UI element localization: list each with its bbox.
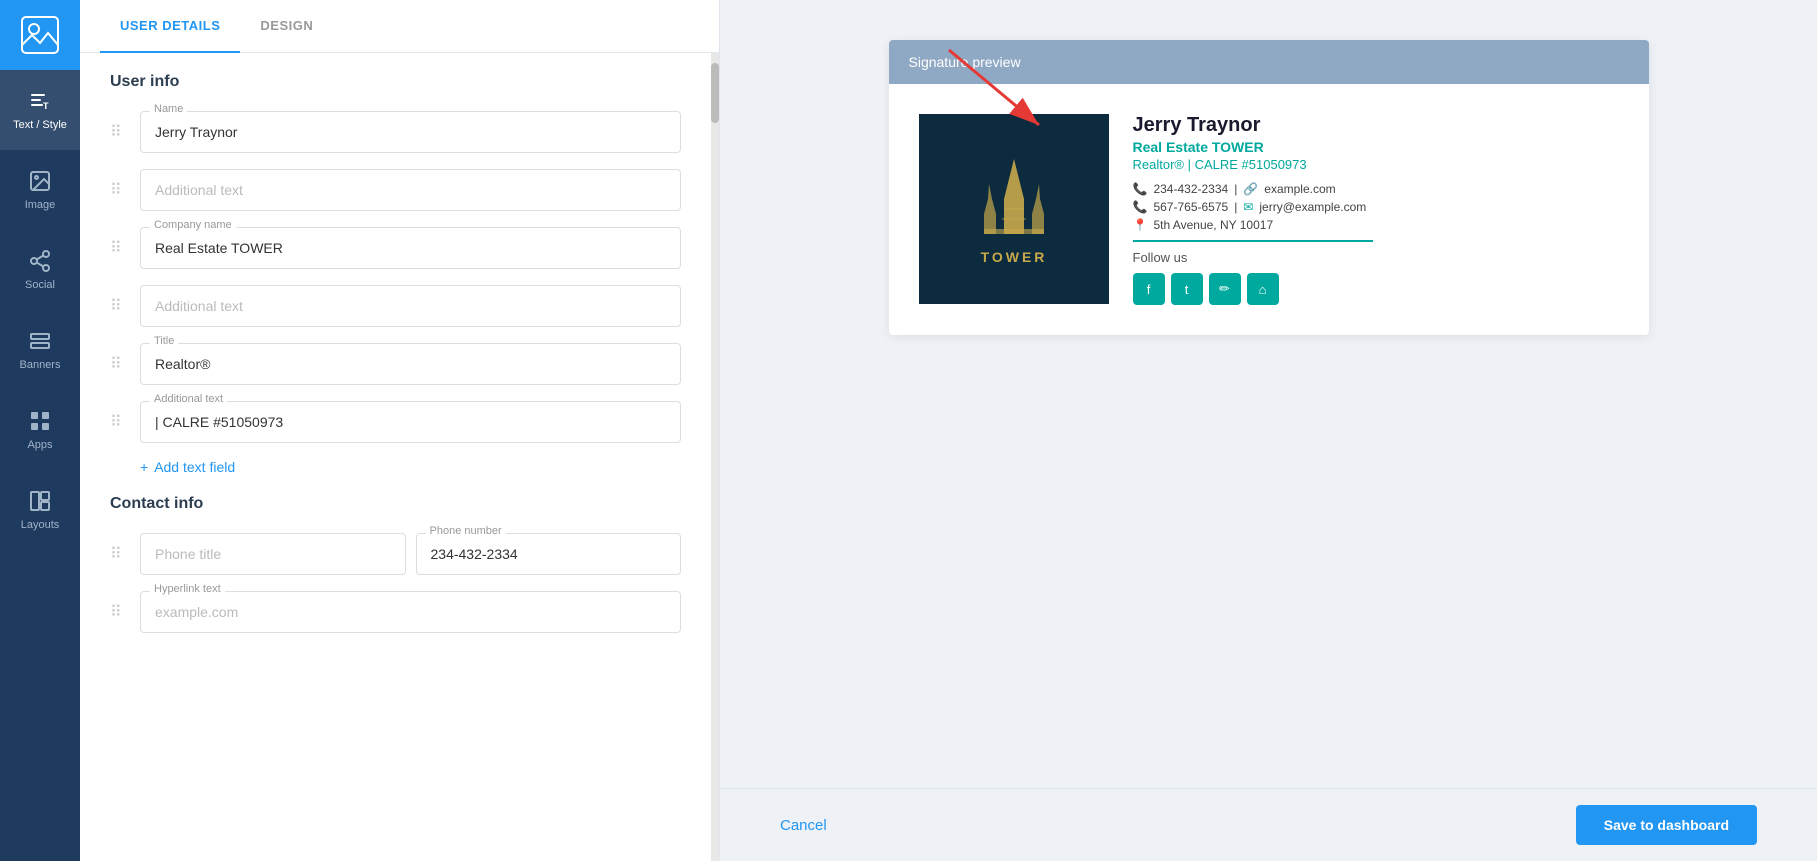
sig-address: 5th Avenue, NY 10017 [1153, 218, 1273, 232]
sig-name: Jerry Traynor [1133, 114, 1619, 137]
sidebar: T Text / Style Image Social Banners [0, 0, 80, 861]
add-icon: + [140, 459, 148, 475]
phone-fields: Phone number [140, 533, 681, 575]
social-twitter-btn[interactable]: t [1171, 273, 1203, 305]
field-row-additional3: ⠿ Additional text [110, 401, 681, 443]
drag-handle-phone[interactable]: ⠿ [110, 544, 130, 564]
sig-email: jerry@example.com [1259, 200, 1366, 214]
social-home-btn[interactable]: ⌂ [1247, 273, 1279, 305]
drag-handle-title[interactable]: ⠿ [110, 354, 130, 374]
sig-phone1: 234-432-2334 [1153, 182, 1228, 196]
drag-handle-additional1[interactable]: ⠿ [110, 180, 130, 200]
field-row-company: ⠿ Company name [110, 227, 681, 269]
sig-company: Real Estate TOWER [1133, 139, 1619, 155]
sidebar-logo[interactable] [0, 0, 80, 70]
signature-logo: TOWER [919, 114, 1109, 304]
field-row-phone: ⠿ Phone number [110, 533, 681, 575]
phone1-icon: 📞 [1133, 182, 1148, 196]
form-area: User info ⠿ Name ⠿ [80, 53, 711, 861]
cancel-button[interactable]: Cancel [780, 817, 827, 834]
company-label: Company name [150, 219, 236, 231]
drag-handle-company[interactable]: ⠿ [110, 238, 130, 258]
field-wrapper-additional2 [140, 285, 681, 327]
right-panel: Signature preview [720, 0, 1817, 861]
title-input[interactable] [140, 343, 681, 385]
svg-text:TOWER: TOWER [980, 249, 1047, 265]
add-text-field-button[interactable]: + Add text field [140, 459, 681, 475]
signature-preview-body: TOWER Jerry Traynor Real Estate TOWER Re… [889, 84, 1649, 335]
field-wrapper-phone-title [140, 533, 406, 575]
title-label: Title [150, 335, 178, 347]
sig-separator1: | [1234, 182, 1237, 196]
main-layout: USER DETAILS DESIGN User info ⠿ Name ⠿ [80, 0, 1817, 861]
user-info-title: User info [110, 73, 681, 91]
sidebar-item-social[interactable]: Social [0, 230, 80, 310]
sig-contact-phone2: 📞 567-765-6575 | ✉ jerry@example.com [1133, 200, 1619, 214]
save-button[interactable]: Save to dashboard [1576, 805, 1757, 845]
sig-phone2: 567-765-6575 [1153, 200, 1228, 214]
field-wrapper-title: Title [140, 343, 681, 385]
tab-design[interactable]: DESIGN [240, 0, 333, 53]
sig-social-icons: f t ✏ ⌂ [1133, 273, 1619, 305]
signature-preview-header: Signature preview [889, 40, 1649, 84]
field-wrapper-phone-number: Phone number [416, 533, 682, 575]
social-facebook-btn[interactable]: f [1133, 273, 1165, 305]
address-icon: 📍 [1133, 218, 1148, 232]
drag-handle-additional3[interactable]: ⠿ [110, 412, 130, 432]
sidebar-item-banners[interactable]: Banners [0, 310, 80, 390]
sidebar-item-image[interactable]: Image [0, 150, 80, 230]
drag-handle-additional2[interactable]: ⠿ [110, 296, 130, 316]
field-wrapper-additional1 [140, 169, 681, 211]
scroll-thumb[interactable] [711, 63, 719, 123]
sig-contact-phone1: 📞 234-432-2334 | 🔗 example.com [1133, 182, 1619, 196]
sidebar-item-apps[interactable]: Apps [0, 390, 80, 470]
field-wrapper-name: Name [140, 111, 681, 153]
phone-title-input[interactable] [140, 533, 406, 575]
svg-text:T: T [43, 101, 49, 111]
tab-bar: USER DETAILS DESIGN [80, 0, 719, 53]
additional-text-1-input[interactable] [140, 169, 681, 211]
bottom-actions: Cancel Save to dashboard [720, 788, 1817, 861]
hyperlink-input[interactable] [140, 591, 681, 633]
hyperlink-label: Hyperlink text [150, 583, 225, 595]
field-wrapper-additional3: Additional text [140, 401, 681, 443]
email-icon: ✉ [1243, 200, 1253, 214]
phone2-icon: 📞 [1133, 200, 1148, 214]
drag-handle-name[interactable]: ⠿ [110, 122, 130, 142]
additional-text-2-input[interactable] [140, 285, 681, 327]
field-row-additional1: ⠿ [110, 169, 681, 211]
field-row-hyperlink: ⠿ Hyperlink text [110, 591, 681, 633]
contact-info-title: Contact info [110, 495, 681, 513]
field-wrapper-company: Company name [140, 227, 681, 269]
sig-contact-address: 📍 5th Avenue, NY 10017 [1133, 218, 1619, 232]
field-row-name: ⠿ Name [110, 111, 681, 153]
name-label: Name [150, 103, 187, 115]
name-input[interactable] [140, 111, 681, 153]
sig-divider [1133, 240, 1373, 242]
drag-handle-hyperlink[interactable]: ⠿ [110, 602, 130, 622]
additional-text-3-label: Additional text [150, 393, 227, 405]
add-text-field-label: Add text field [154, 459, 235, 475]
preview-area: Signature preview [720, 0, 1817, 788]
sig-website: example.com [1264, 182, 1335, 196]
sig-role: Realtor® | CALRE #51050973 [1133, 157, 1619, 172]
signature-info: Jerry Traynor Real Estate TOWER Realtor®… [1133, 114, 1619, 305]
left-panel: USER DETAILS DESIGN User info ⠿ Name ⠿ [80, 0, 720, 861]
social-edit-btn[interactable]: ✏ [1209, 273, 1241, 305]
tab-user-details[interactable]: USER DETAILS [100, 0, 240, 53]
sidebar-item-layouts[interactable]: Layouts [0, 470, 80, 550]
additional-text-3-input[interactable] [140, 401, 681, 443]
phone-number-input[interactable] [416, 533, 682, 575]
website-icon: 🔗 [1243, 182, 1258, 196]
sidebar-item-text-style[interactable]: T Text / Style [0, 70, 80, 150]
sig-separator2: | [1234, 200, 1237, 214]
field-row-title: ⠿ Title [110, 343, 681, 385]
scroll-track [711, 53, 719, 861]
company-input[interactable] [140, 227, 681, 269]
field-wrapper-hyperlink: Hyperlink text [140, 591, 681, 633]
phone-number-label: Phone number [426, 525, 506, 537]
sig-follow-label: Follow us [1133, 250, 1619, 265]
signature-preview-box: Signature preview [889, 40, 1649, 335]
field-row-additional2: ⠿ [110, 285, 681, 327]
